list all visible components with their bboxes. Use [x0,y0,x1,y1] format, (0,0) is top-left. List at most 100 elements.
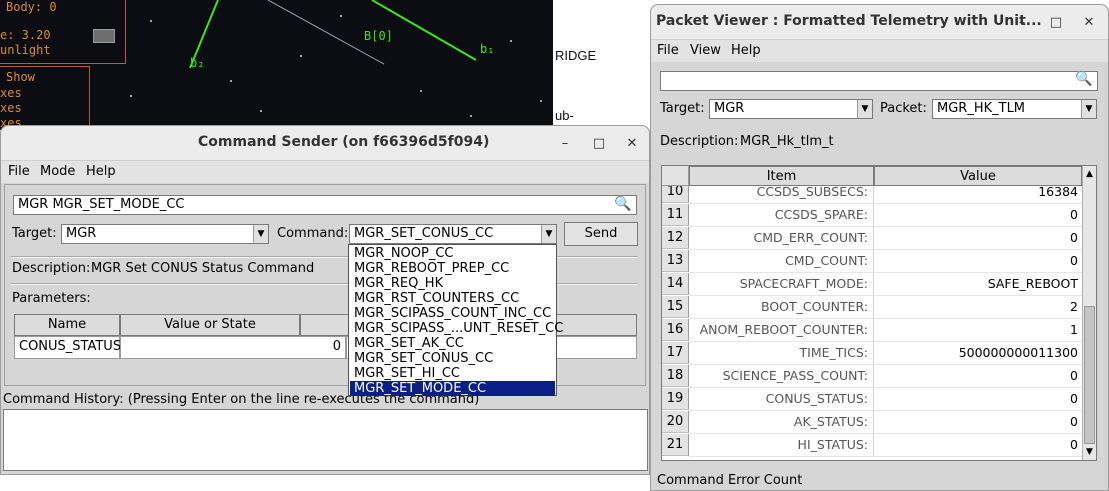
description-value: MGR_Hk_tlm_t [740,134,834,149]
item-cell: HI_STATUS: [689,434,874,457]
command-select[interactable]: MGR_SET_CONUS_CC ▼ [349,224,557,244]
parameters-label: Parameters: [12,291,91,306]
dropdown-option-selected[interactable]: MGR_SET_MODE_CC [350,381,555,396]
menu-bar: File View Help [651,40,1108,62]
row-number: 12 [662,227,689,249]
scrollbar-thumb[interactable] [1084,306,1095,444]
minimize-icon[interactable]: – [1012,13,1032,33]
target-value: MGR [714,101,745,116]
vector-label-b1: b₁ [480,42,495,56]
vector-label-b: B[0] [364,29,393,43]
command-value: MGR_SET_CONUS_CC [354,226,494,241]
column-value[interactable]: Value [874,166,1082,186]
dropdown-option[interactable]: MGR_REQ_HK [350,276,555,291]
packet-search-input[interactable] [660,71,1098,91]
vector-label-b2: b₂ [190,56,205,70]
param-value-cell[interactable]: 0 [120,336,346,359]
search-icon[interactable]: 🔍 [1075,71,1092,87]
packet-value: MGR_HK_TLM [937,101,1026,116]
item-cell: CCSDS_SPARE: [689,204,874,227]
menu-file[interactable]: File [657,43,679,58]
menu-mode[interactable]: Mode [40,164,75,179]
param-column-name: Name [14,314,120,336]
title-bar[interactable]: Packet Viewer : Formatted Telemetry with… [651,5,1108,40]
value-cell: 0 [874,250,1082,273]
dropdown-option[interactable]: MGR_NOOP_CC [350,246,555,261]
command-dropdown-list: MGR_NOOP_CC MGR_REBOOT_PREP_CC MGR_REQ_H… [348,244,563,396]
scroll-down-icon[interactable]: ▼ [1084,446,1095,458]
dropdown-option[interactable]: MGR_RST_COUNTERS_CC [350,291,555,306]
value-cell: 0 [874,204,1082,227]
packet-select[interactable]: MGR_HK_TLM ▼ [932,99,1097,119]
value-cell: 2 [874,296,1082,319]
table-corner [662,166,689,186]
value-cell: 0 [874,411,1082,434]
close-icon[interactable]: ✕ [1079,13,1099,33]
menu-help[interactable]: Help [731,43,761,58]
command-search-input[interactable]: MGR MGR_SET_MODE_CC [13,195,637,215]
menu-bar: File Mode Help [1,161,649,183]
send-button[interactable]: Send [564,222,638,246]
row-number: 14 [662,273,689,295]
item-cell: SPACECRAFT_MODE: [689,273,874,296]
item-cell: ANOM_REBOOT_COUNTER: [689,319,874,342]
maximize-icon[interactable]: □ [1046,13,1066,33]
dropdown-option[interactable]: MGR_REBOOT_PREP_CC [350,261,555,276]
dropdown-option[interactable]: MGR_SCIPASS_...UNT_RESET_CC [350,321,563,336]
value-cell: 500000000011300 [874,342,1082,365]
row-number: 21 [662,434,689,456]
value-cell: 0 [874,365,1082,388]
item-cell: CMD_ERR_COUNT: [689,227,874,250]
dropdown-option[interactable]: MGR_SET_AK_CC [350,336,555,351]
target-select[interactable]: MGR ▼ [709,99,873,119]
target-label: Target: [12,226,57,241]
param-name-cell: CONUS_STATUS: [14,336,125,359]
background-document: RIDGE ub- [553,0,653,130]
doc-text: ub- [555,108,574,123]
command-history-box[interactable] [3,409,648,471]
item-cell: CONUS_STATUS: [689,388,874,411]
value-cell: 0 [874,227,1082,250]
description-label: Description: [12,261,91,276]
dropdown-option[interactable]: MGR_SET_HI_CC [350,366,555,381]
column-item[interactable]: Item [689,166,874,186]
item-cell: TIME_TICS: [689,342,874,365]
space-view: Body: 0 e: 3.20 unlight Show xes xes xes… [0,0,553,130]
item-cell: AK_STATUS: [689,411,874,434]
target-select[interactable]: MGR ▼ [61,224,269,244]
maximize-icon[interactable]: □ [589,134,609,154]
menu-help[interactable]: Help [86,164,116,179]
target-value: MGR [66,226,97,241]
search-icon[interactable]: 🔍 [614,196,631,212]
row-number: 20 [662,411,689,433]
command-label: Command: [277,226,349,241]
row-number: 17 [662,342,689,364]
row-number: 19 [662,388,689,410]
status-text: Command Error Count [657,473,803,488]
chevron-down-icon: ▼ [253,225,268,243]
value-cell: SAFE_REBOOT [874,273,1082,296]
packet-label: Packet: [880,101,927,116]
table-body: 10 CCSDS_SUBSECS: 16384 11 CCSDS_SPARE: 0 12… [662,186,1082,460]
title-bar[interactable]: Command Sender (on f66396d5f094) – □ ✕ [1,126,649,161]
vector-lines [189,0,477,69]
value-cell: 16384 [874,186,1082,204]
doc-text: RIDGE [555,48,597,63]
menu-file[interactable]: File [8,164,30,179]
row-number: 15 [662,296,689,318]
param-column-value: Value or State [120,314,300,336]
chevron-down-icon: ▼ [857,100,872,118]
chevron-down-icon: ▼ [1081,100,1096,118]
row-number: 11 [662,204,689,226]
dropdown-option[interactable]: MGR_SCIPASS_COUNT_INC_CC [350,306,555,321]
chevron-down-icon: ▼ [541,225,556,243]
vertical-scrollbar[interactable]: ▲ ▼ [1082,166,1096,460]
dropdown-option[interactable]: MGR_SET_CONUS_CC [350,351,555,366]
row-number: 18 [662,365,689,387]
menu-view[interactable]: View [690,43,721,58]
packet-viewer-window: Packet Viewer : Formatted Telemetry with… [650,4,1109,491]
value-cell: 0 [874,388,1082,411]
minimize-icon[interactable]: – [555,134,575,154]
close-icon[interactable]: ✕ [622,134,642,154]
scroll-up-icon[interactable]: ▲ [1084,168,1095,180]
